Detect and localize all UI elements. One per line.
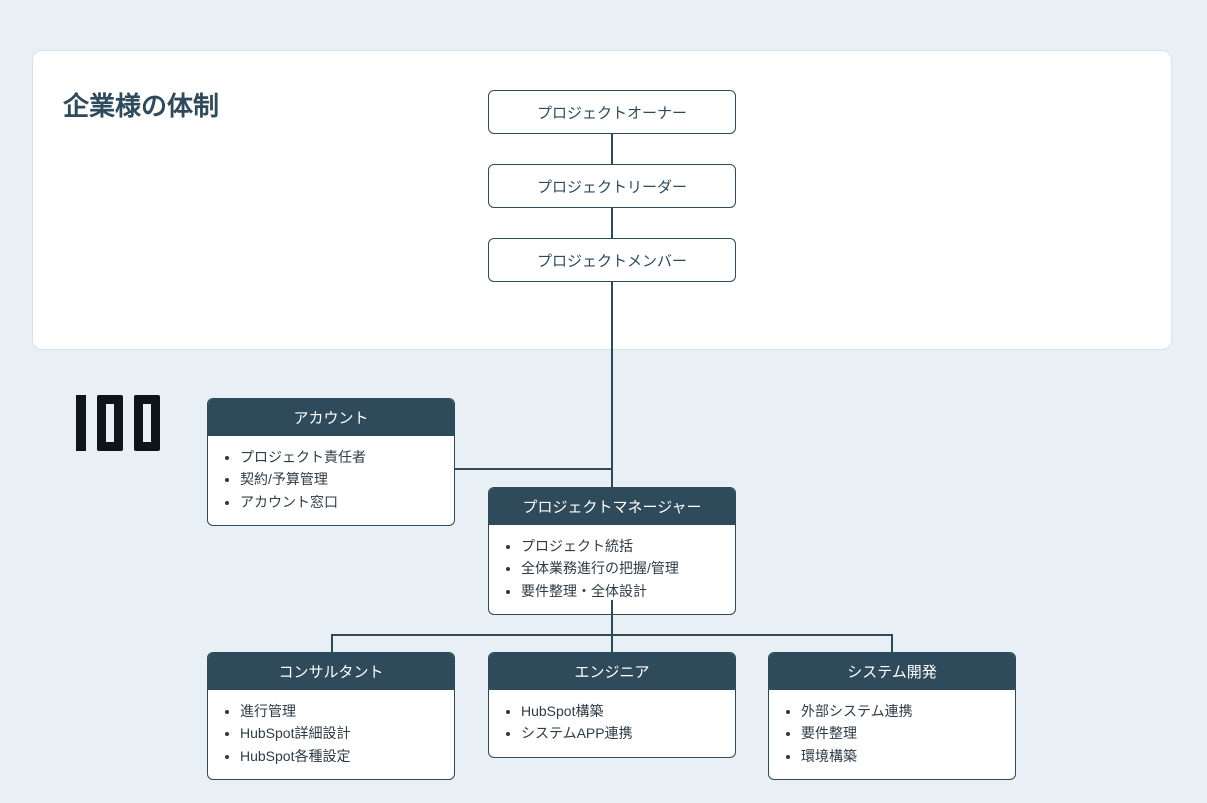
box-engineer-body: HubSpot構築 システムAPP連携: [489, 690, 735, 757]
connector-line: [611, 208, 613, 238]
connector-line: [891, 634, 893, 652]
box-engineer-title: エンジニア: [489, 653, 735, 690]
list-item: システムAPP連携: [521, 722, 721, 744]
list-item: 契約/予算管理: [240, 468, 440, 490]
box-sysdev-title: システム開発: [769, 653, 1015, 690]
list-item: プロジェクト統括: [521, 535, 721, 557]
connector-line: [331, 634, 333, 652]
box-consultant-body: 進行管理 HubSpot詳細設計 HubSpot各種設定: [208, 690, 454, 779]
box-sysdev: システム開発 外部システム連携 要件整理 環境構築: [768, 652, 1016, 780]
box-engineer: エンジニア HubSpot構築 システムAPP連携: [488, 652, 736, 758]
list-item: HubSpot各種設定: [240, 745, 440, 767]
list-item: 環境構築: [801, 745, 1001, 767]
org-diagram: 企業様の体制 プロジェクトオーナー プロジェクトリーダー プロジェクトメンバー …: [0, 0, 1207, 803]
box-consultant: コンサルタント 進行管理 HubSpot詳細設計 HubSpot各種設定: [207, 652, 455, 780]
box-pm: プロジェクトマネージャー プロジェクト統括 全体業務進行の把握/管理 要件整理・…: [488, 487, 736, 615]
connector-line: [611, 134, 613, 164]
connector-line: [611, 634, 613, 652]
vendor-logo-icon: [76, 395, 160, 451]
box-account-body: プロジェクト責任者 契約/予算管理 アカウント窓口: [208, 436, 454, 525]
box-pm-title: プロジェクトマネージャー: [489, 488, 735, 525]
connector-line: [455, 468, 611, 470]
box-account-title: アカウント: [208, 399, 454, 436]
connector-line: [611, 600, 613, 636]
list-item: 外部システム連携: [801, 700, 1001, 722]
list-item: 要件整理・全体設計: [521, 580, 721, 602]
list-item: 要件整理: [801, 722, 1001, 744]
box-project-member-label: プロジェクトメンバー: [537, 250, 687, 271]
box-project-owner-label: プロジェクトオーナー: [537, 102, 687, 123]
box-sysdev-body: 外部システム連携 要件整理 環境構築: [769, 690, 1015, 779]
box-project-leader: プロジェクトリーダー: [488, 164, 736, 208]
list-item: アカウント窓口: [240, 491, 440, 513]
box-project-leader-label: プロジェクトリーダー: [537, 176, 687, 197]
list-item: HubSpot構築: [521, 700, 721, 722]
list-item: プロジェクト責任者: [240, 446, 440, 468]
box-project-owner: プロジェクトオーナー: [488, 90, 736, 134]
box-consultant-title: コンサルタント: [208, 653, 454, 690]
list-item: HubSpot詳細設計: [240, 722, 440, 744]
box-project-member: プロジェクトメンバー: [488, 238, 736, 282]
list-item: 進行管理: [240, 700, 440, 722]
client-title: 企業様の体制: [63, 86, 219, 123]
connector-line: [611, 282, 613, 487]
box-account: アカウント プロジェクト責任者 契約/予算管理 アカウント窓口: [207, 398, 455, 526]
list-item: 全体業務進行の把握/管理: [521, 557, 721, 579]
